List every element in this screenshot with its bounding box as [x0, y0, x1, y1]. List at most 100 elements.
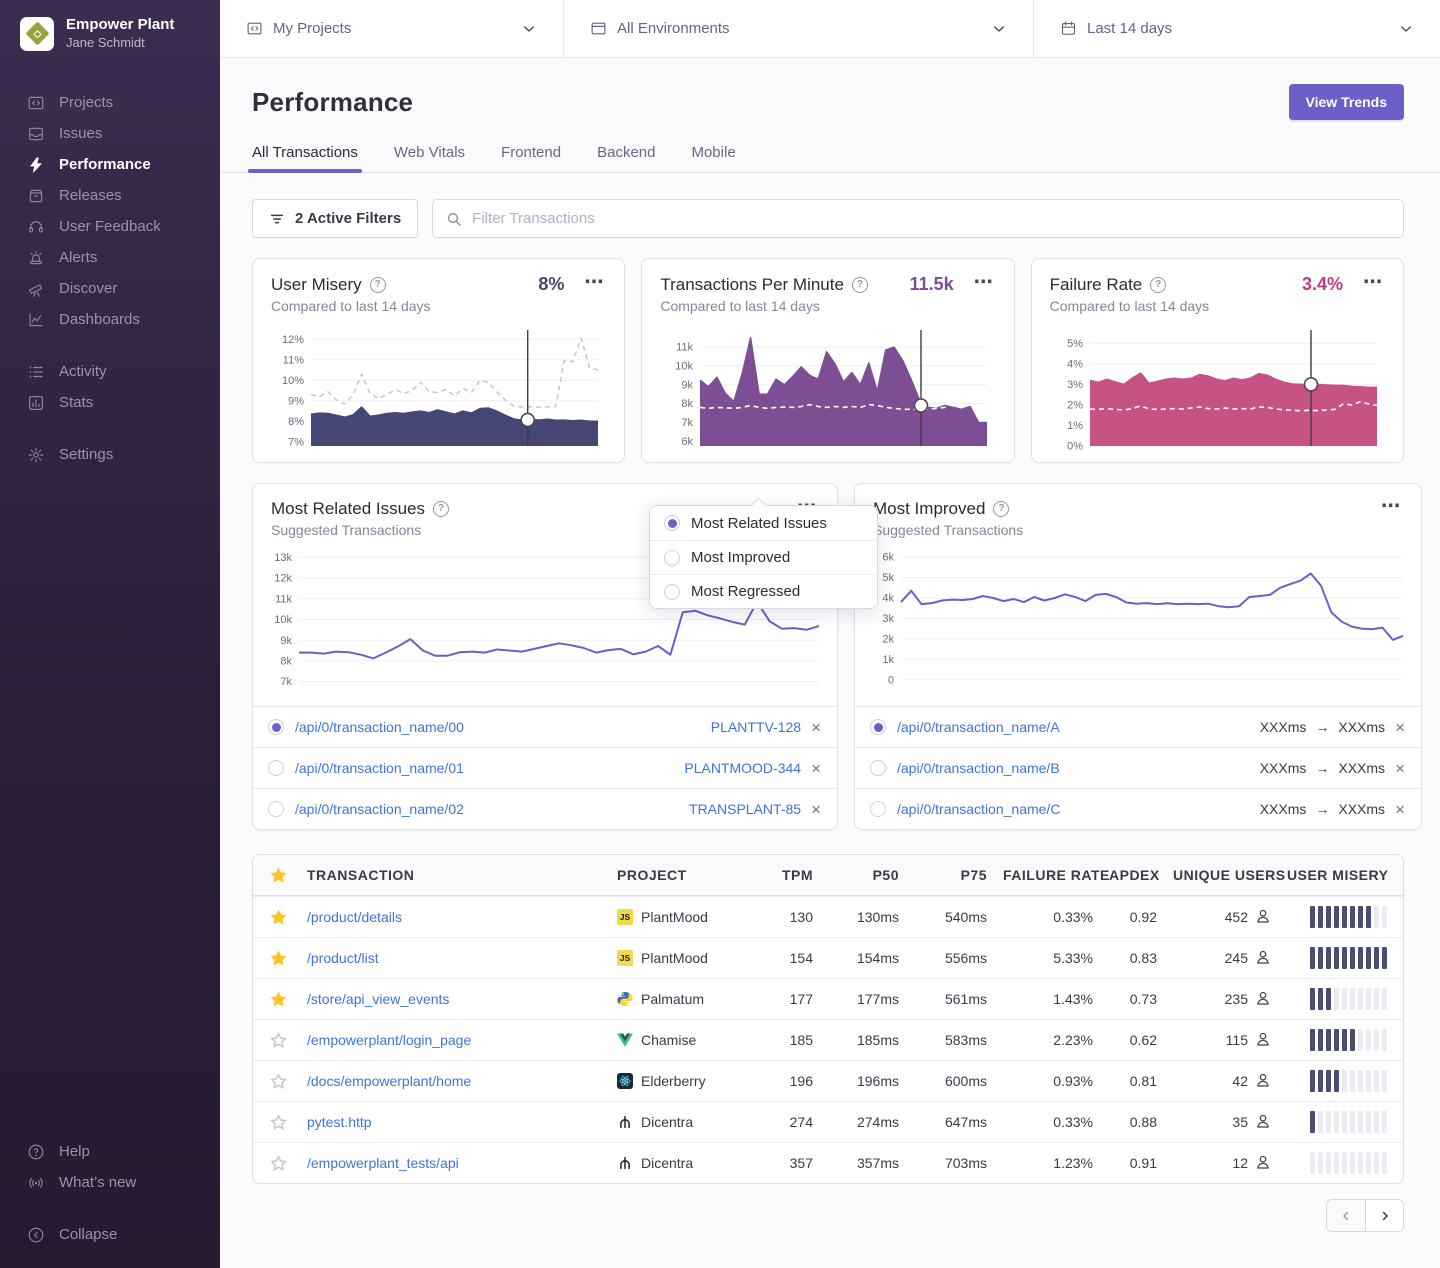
star-toggle[interactable] [270, 1032, 287, 1049]
tab-backend[interactable]: Backend [597, 144, 655, 172]
close-icon[interactable]: × [1394, 719, 1406, 736]
star-toggle[interactable] [270, 1073, 287, 1090]
platform-vue-icon [617, 1032, 633, 1048]
tab-bar: All Transactions Web Vitals Frontend Bac… [252, 144, 1404, 172]
star-toggle[interactable] [270, 950, 287, 967]
pagination-prev-button[interactable] [1327, 1200, 1365, 1231]
list-item: /api/0/transaction_name/A XXXms→XXXms× [855, 706, 1421, 747]
tab-web-vitals[interactable]: Web Vitals [394, 144, 465, 172]
help-icon[interactable]: ? [993, 501, 1009, 517]
sidebar-collapse-button[interactable]: Collapse [0, 1219, 220, 1250]
table-row: /empowerplant/login_pageChamise185185ms5… [253, 1019, 1403, 1060]
pagination-next-button[interactable] [1365, 1200, 1403, 1231]
sidebar-item-releases[interactable]: Releases [0, 180, 220, 211]
column-header-project: PROJECT [609, 867, 759, 883]
apdex-value: 0.73 [1101, 991, 1165, 1007]
close-icon[interactable]: × [1394, 801, 1406, 818]
menu-item-most-regressed[interactable]: Most Regressed [650, 574, 877, 608]
radio-button[interactable] [870, 801, 886, 817]
active-filters-button[interactable]: 2 Active Filters [252, 199, 418, 238]
transaction-link[interactable]: /api/0/transaction_name/00 [295, 719, 464, 735]
close-icon[interactable]: × [1394, 760, 1406, 777]
radio-button[interactable] [870, 760, 886, 776]
sidebar-item-alerts[interactable]: Alerts [0, 242, 220, 273]
sidebar-item-user-feedback[interactable]: User Feedback [0, 211, 220, 242]
transaction-link[interactable]: /product/details [307, 909, 402, 925]
project-name: Elderberry [641, 1073, 706, 1089]
issue-link[interactable]: PLANTTV-128 [711, 719, 801, 735]
tab-mobile[interactable]: Mobile [691, 144, 735, 172]
sidebar-item-help[interactable]: Help [0, 1136, 220, 1167]
sidebar-item-settings[interactable]: Settings [0, 439, 220, 470]
sidebar-item-label: Activity [59, 363, 107, 380]
sidebar-item-activity[interactable]: Activity [0, 356, 220, 387]
transaction-link[interactable]: /docs/empowerplant/home [307, 1073, 471, 1089]
card-title: User Misery [271, 275, 362, 295]
dashboards-icon [27, 311, 45, 329]
help-icon[interactable]: ? [1150, 277, 1166, 293]
star-toggle[interactable] [270, 1114, 287, 1131]
failure-rate-value: 0.93% [995, 1073, 1101, 1089]
help-icon[interactable]: ? [852, 277, 868, 293]
sidebar-item-label: What’s new [59, 1174, 136, 1191]
transaction-link[interactable]: /api/0/transaction_name/01 [295, 760, 464, 776]
menu-item-most-improved[interactable]: Most Improved [650, 540, 877, 574]
star-toggle[interactable] [270, 1155, 287, 1172]
org-switcher[interactable]: Empower Plant Jane Schmidt [0, 16, 220, 51]
transaction-link[interactable]: pytest.http [307, 1114, 372, 1130]
transaction-link[interactable]: /api/0/transaction_name/02 [295, 801, 464, 817]
card-menu-button[interactable]: ⋯ [972, 276, 996, 294]
tab-all-transactions[interactable]: All Transactions [252, 144, 358, 172]
transaction-link[interactable]: /api/0/transaction_name/A [897, 719, 1060, 735]
transaction-link[interactable]: /empowerplant_tests/api [307, 1155, 459, 1171]
transaction-link[interactable]: /empowerplant/login_page [307, 1032, 471, 1048]
p50-value: 130ms [821, 909, 907, 925]
daterange-selector[interactable]: Last 14 days [1033, 0, 1440, 57]
star-toggle[interactable] [270, 991, 287, 1008]
svg-text:12%: 12% [282, 334, 304, 346]
radio-button[interactable] [268, 719, 284, 735]
close-icon[interactable]: × [810, 719, 822, 736]
card-menu-button[interactable]: ⋯ [582, 276, 606, 294]
sidebar-item-projects[interactable]: Projects [0, 87, 220, 118]
close-icon[interactable]: × [810, 801, 822, 818]
radio-button[interactable] [268, 801, 284, 817]
sidebar-item-label: Stats [59, 394, 93, 411]
transaction-link[interactable]: /api/0/transaction_name/C [897, 801, 1060, 817]
svg-text:1%: 1% [1067, 420, 1083, 432]
svg-text:12k: 12k [274, 573, 292, 585]
search-input[interactable] [472, 210, 1390, 227]
card-menu-button[interactable]: ⋯ [1379, 500, 1403, 518]
issue-link[interactable]: TRANSPLANT-85 [689, 801, 801, 817]
p50-value: 154ms [821, 950, 907, 966]
environment-selector[interactable]: All Environments [563, 0, 1033, 57]
close-icon[interactable]: × [810, 760, 822, 777]
transaction-link[interactable]: /store/api_view_events [307, 991, 449, 1007]
sidebar-item-dashboards[interactable]: Dashboards [0, 304, 220, 335]
transaction-link[interactable]: /product/list [307, 950, 379, 966]
sidebar-item-whats-new[interactable]: What’s new [0, 1167, 220, 1198]
help-icon[interactable]: ? [370, 277, 386, 293]
search-icon [446, 211, 462, 227]
tab-frontend[interactable]: Frontend [501, 144, 561, 172]
help-icon[interactable]: ? [433, 501, 449, 517]
project-selector[interactable]: My Projects [220, 0, 563, 57]
radio-button[interactable] [870, 719, 886, 735]
sidebar-item-discover[interactable]: Discover [0, 273, 220, 304]
apdex-value: 0.83 [1101, 950, 1165, 966]
issue-link[interactable]: PLANTMOOD-344 [684, 760, 801, 776]
unique-users-value: 115 [1165, 1031, 1279, 1050]
transaction-link[interactable]: /api/0/transaction_name/B [897, 760, 1060, 776]
sidebar-item-performance[interactable]: Performance [0, 149, 220, 180]
sidebar-item-issues[interactable]: Issues [0, 118, 220, 149]
view-trends-button[interactable]: View Trends [1289, 84, 1404, 120]
arrow-right-icon: → [1315, 760, 1329, 776]
star-toggle[interactable] [270, 909, 287, 926]
chevron-down-icon [521, 21, 537, 37]
card-menu-button[interactable]: ⋯ [1361, 276, 1385, 294]
menu-item-most-related-issues[interactable]: Most Related Issues [650, 506, 877, 540]
sidebar-item-stats[interactable]: Stats [0, 387, 220, 418]
pagination [220, 1184, 1440, 1256]
radio-button[interactable] [268, 760, 284, 776]
user-misery-bars [1279, 1111, 1403, 1133]
